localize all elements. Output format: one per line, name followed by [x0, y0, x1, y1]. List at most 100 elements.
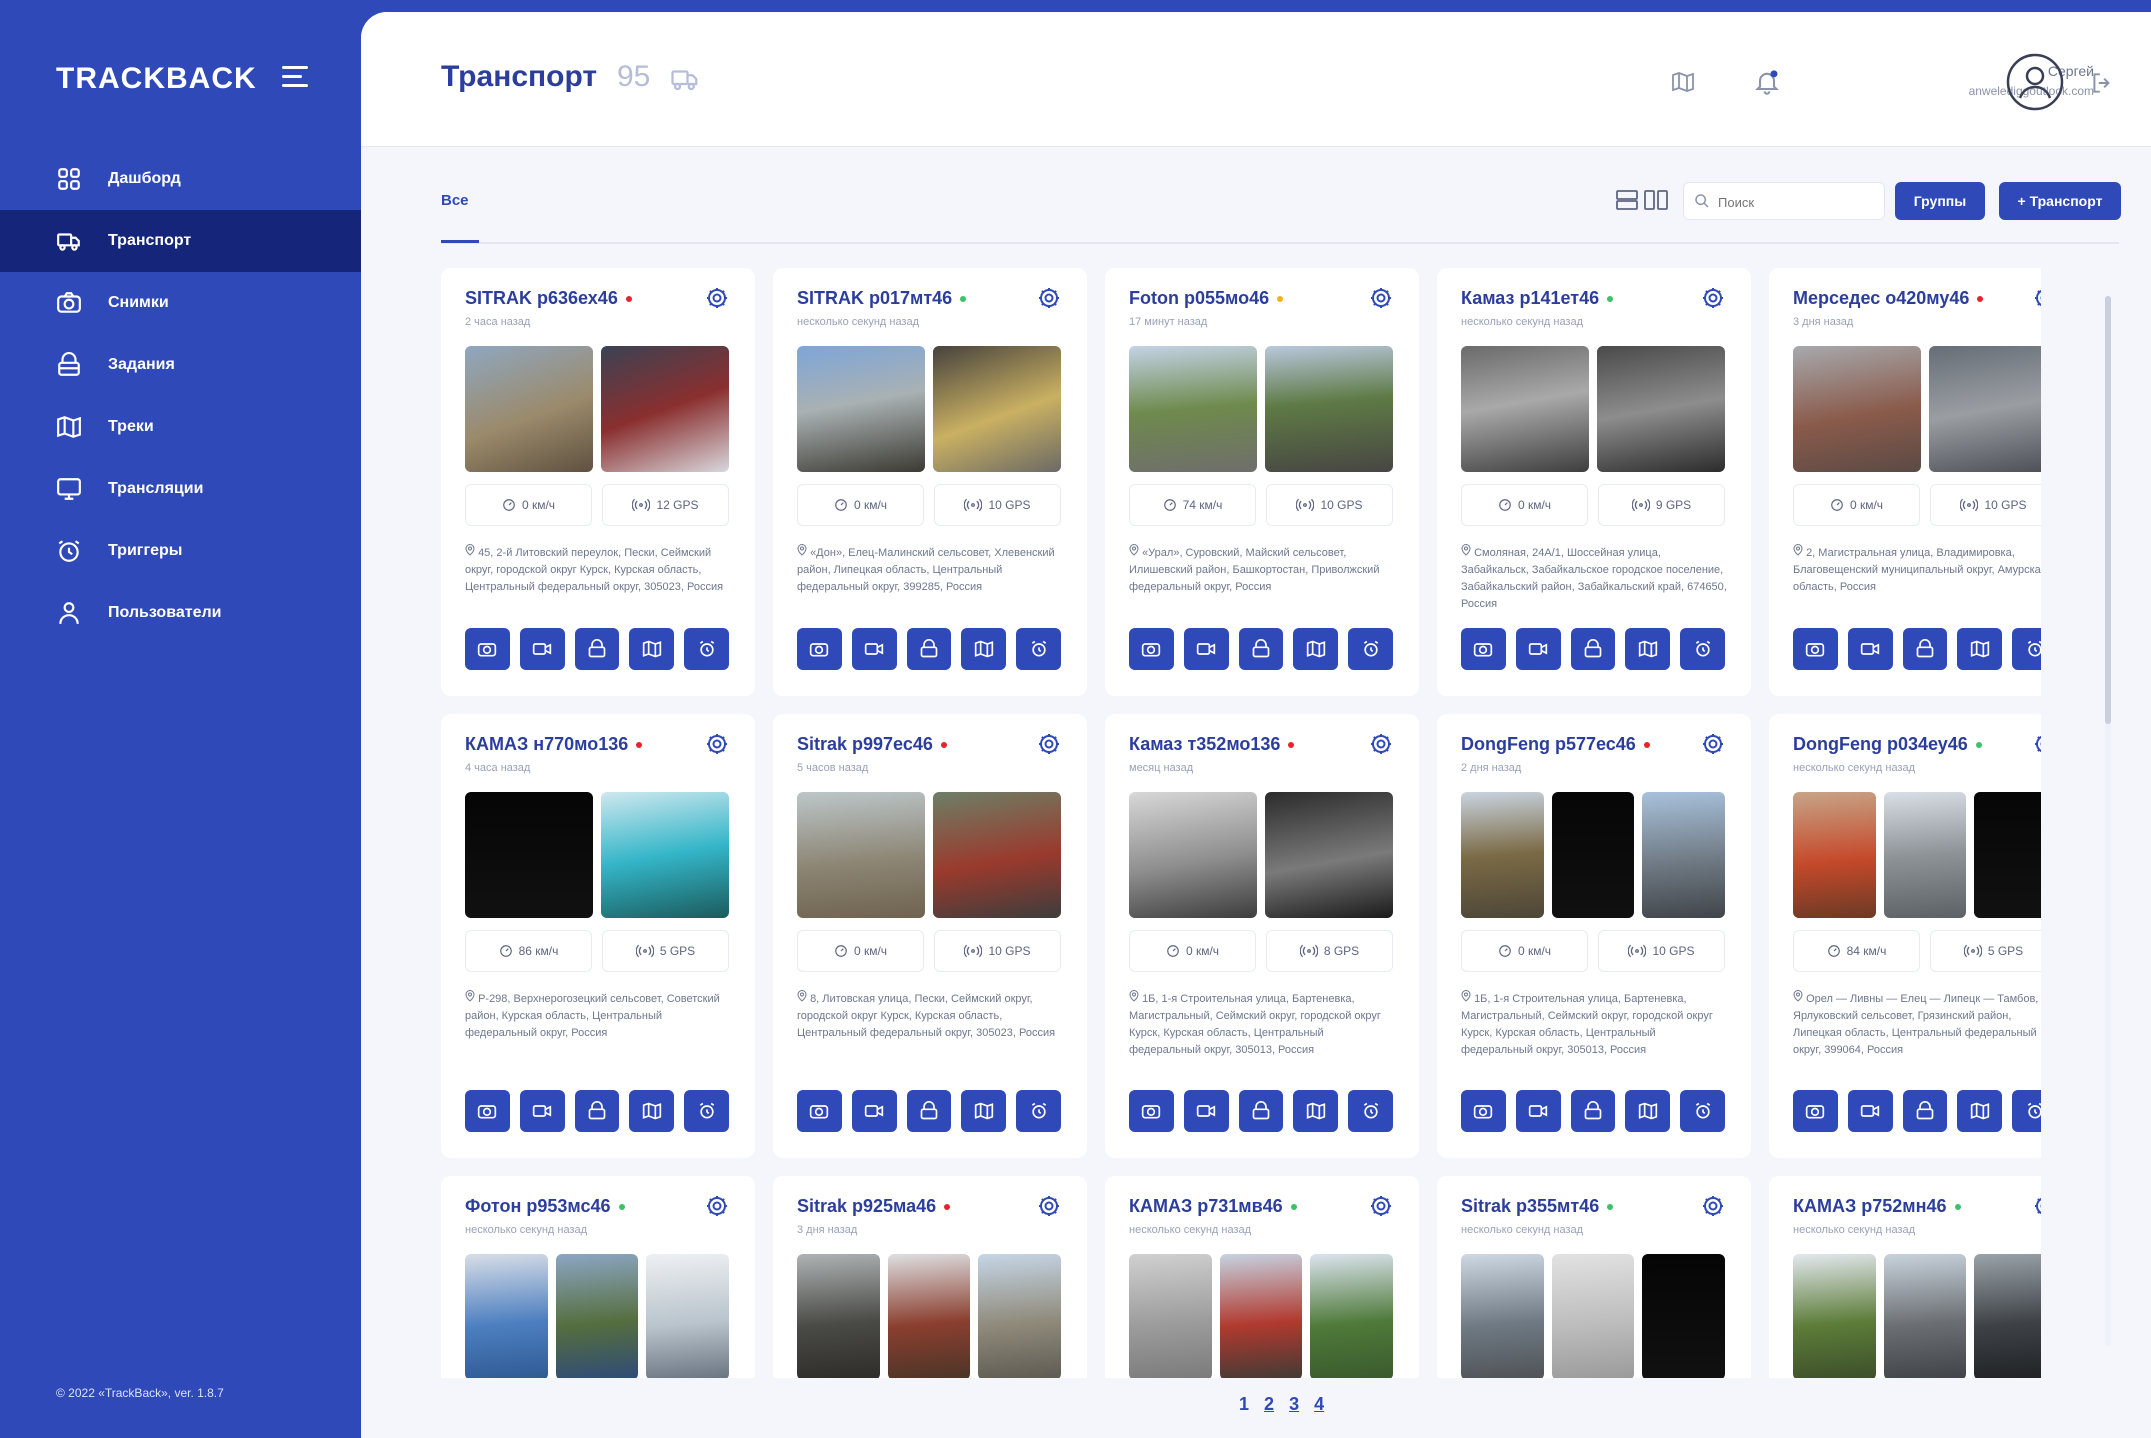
camera-snapshot[interactable] — [1929, 346, 2041, 472]
camera-snapshot[interactable] — [1883, 1254, 1967, 1378]
task-action-button[interactable] — [574, 1090, 620, 1132]
gear-icon[interactable] — [2033, 286, 2041, 310]
task-action-button[interactable] — [1570, 628, 1616, 670]
camera-snapshot[interactable] — [1129, 792, 1257, 918]
avatar[interactable] — [2005, 52, 2065, 112]
task-action-button[interactable] — [1238, 1090, 1284, 1132]
sidebar-item-streams[interactable]: Трансляции — [0, 458, 361, 520]
camera-snapshot[interactable] — [1129, 1254, 1212, 1378]
vehicle-name[interactable]: Мерседес о420му46 — [1793, 288, 1984, 309]
gear-icon[interactable] — [1701, 732, 1725, 756]
camera-snapshot[interactable] — [555, 1254, 639, 1378]
page-link[interactable]: 3 — [1289, 1394, 1299, 1414]
vehicle-card[interactable]: SITRAK р636ех46 2 часа назад 0 км/ч 12 GPS … — [441, 268, 755, 696]
app-logo[interactable]: TRACKBACK — [56, 62, 257, 96]
trigger-action-button[interactable] — [1016, 628, 1061, 670]
vehicle-name[interactable]: Камаз т352мо136 — [1129, 734, 1295, 755]
track-action-button[interactable] — [961, 628, 1007, 670]
camera-action-button[interactable] — [1461, 1090, 1506, 1132]
sidebar-item-transport[interactable]: Транспорт — [0, 210, 361, 272]
vehicle-card[interactable]: DongFeng р577ес46 2 дня назад 0 км/ч 10 GPS… — [1437, 714, 1751, 1158]
video-action-button[interactable] — [1183, 628, 1229, 670]
vehicle-name[interactable]: Foton р055мо46 — [1129, 288, 1284, 309]
camera-action-button[interactable] — [1461, 628, 1506, 670]
add-vehicle-button[interactable]: + Транспорт — [1999, 182, 2121, 220]
camera-snapshot[interactable] — [465, 346, 593, 472]
video-action-button[interactable] — [1515, 1090, 1561, 1132]
vehicle-card[interactable]: Камаз р141ет46 несколько секунд назад 0 км… — [1437, 268, 1751, 696]
track-action-button[interactable] — [1625, 1090, 1671, 1132]
trigger-action-button[interactable] — [2012, 628, 2041, 670]
gear-icon[interactable] — [1701, 286, 1725, 310]
vehicle-name[interactable]: Sitrak р355мт46 — [1461, 1196, 1614, 1217]
camera-snapshot[interactable] — [601, 346, 729, 472]
camera-action-button[interactable] — [1793, 1090, 1838, 1132]
vehicle-card[interactable]: Мерседес о420му46 3 дня назад 0 км/ч 10 GPS… — [1769, 268, 2041, 696]
task-action-button[interactable] — [1238, 628, 1284, 670]
tab-all[interactable]: Все — [441, 192, 469, 209]
video-action-button[interactable] — [851, 1090, 897, 1132]
camera-snapshot[interactable] — [465, 792, 593, 918]
camera-snapshot[interactable] — [1974, 1254, 2041, 1378]
camera-snapshot[interactable] — [1551, 1254, 1635, 1378]
map-icon[interactable] — [1669, 70, 1697, 94]
vehicle-card[interactable]: КАМАЗ р731мв46 несколько секунд назад — [1105, 1176, 1419, 1378]
page-link[interactable]: 1 — [1239, 1394, 1249, 1414]
camera-snapshot[interactable] — [1461, 1254, 1544, 1378]
sidebar-item-tasks[interactable]: Задания — [0, 334, 361, 396]
vehicle-card[interactable]: DongFeng р034еу46 несколько секунд назад 8… — [1769, 714, 2041, 1158]
track-action-button[interactable] — [1957, 1090, 2003, 1132]
page-link[interactable]: 2 — [1264, 1394, 1274, 1414]
camera-snapshot[interactable] — [1793, 346, 1921, 472]
vehicle-card[interactable]: Sitrak р355мт46 несколько секунд назад — [1437, 1176, 1751, 1378]
camera-snapshot[interactable] — [1642, 792, 1726, 918]
vehicle-card[interactable]: Sitrak р997ес46 5 часов назад 0 км/ч 10 GPS… — [773, 714, 1087, 1158]
vehicle-name[interactable]: КАМАЗ р731мв46 — [1129, 1196, 1297, 1217]
camera-snapshot[interactable] — [1310, 1254, 1394, 1378]
search-input[interactable] — [1716, 189, 1880, 215]
video-action-button[interactable] — [1847, 1090, 1893, 1132]
video-action-button[interactable] — [1847, 628, 1893, 670]
vehicle-name[interactable]: SITRAK р017мт46 — [797, 288, 967, 309]
camera-action-button[interactable] — [1129, 628, 1174, 670]
track-action-button[interactable] — [629, 1090, 675, 1132]
camera-snapshot[interactable] — [797, 1254, 880, 1378]
page-link[interactable]: 4 — [1314, 1394, 1324, 1414]
camera-snapshot[interactable] — [1974, 792, 2041, 918]
sidebar-item-dashboard[interactable]: Дашборд — [0, 148, 361, 210]
vehicle-name[interactable]: DongFeng р034еу46 — [1793, 734, 1982, 755]
vehicle-name[interactable]: Sitrak р925ма46 — [797, 1196, 951, 1217]
menu-toggle-icon[interactable] — [282, 66, 308, 88]
video-action-button[interactable] — [519, 1090, 565, 1132]
video-action-button[interactable] — [1183, 1090, 1229, 1132]
trigger-action-button[interactable] — [684, 1090, 729, 1132]
gear-icon[interactable] — [1369, 1194, 1393, 1218]
camera-snapshot[interactable] — [1265, 346, 1393, 472]
track-action-button[interactable] — [1293, 1090, 1339, 1132]
sidebar-item-snapshots[interactable]: Снимки — [0, 272, 361, 334]
gear-icon[interactable] — [705, 732, 729, 756]
scrollbar[interactable] — [2101, 280, 2115, 1370]
camera-snapshot[interactable] — [465, 1254, 548, 1378]
vehicle-name[interactable]: Камаз р141ет46 — [1461, 288, 1614, 309]
camera-snapshot[interactable] — [797, 792, 925, 918]
trigger-action-button[interactable] — [1680, 628, 1725, 670]
gear-icon[interactable] — [705, 286, 729, 310]
gear-icon[interactable] — [1037, 732, 1061, 756]
camera-snapshot[interactable] — [933, 792, 1061, 918]
vehicle-card[interactable]: SITRAK р017мт46 несколько секунд назад 0 к… — [773, 268, 1087, 696]
sidebar-item-triggers[interactable]: Триггеры — [0, 520, 361, 582]
track-action-button[interactable] — [961, 1090, 1007, 1132]
gear-icon[interactable] — [1369, 286, 1393, 310]
track-action-button[interactable] — [629, 628, 675, 670]
video-action-button[interactable] — [851, 628, 897, 670]
trigger-action-button[interactable] — [1348, 628, 1393, 670]
camera-action-button[interactable] — [797, 1090, 842, 1132]
camera-snapshot[interactable] — [1461, 346, 1589, 472]
camera-snapshot[interactable] — [646, 1254, 730, 1378]
task-action-button[interactable] — [1570, 1090, 1616, 1132]
vehicle-name[interactable]: Фотон р953мс46 — [465, 1196, 625, 1217]
camera-snapshot[interactable] — [1129, 346, 1257, 472]
camera-snapshot[interactable] — [1461, 792, 1544, 918]
vehicle-card[interactable]: Камаз т352мо136 месяц назад 0 км/ч 8 GPS 1Б… — [1105, 714, 1419, 1158]
